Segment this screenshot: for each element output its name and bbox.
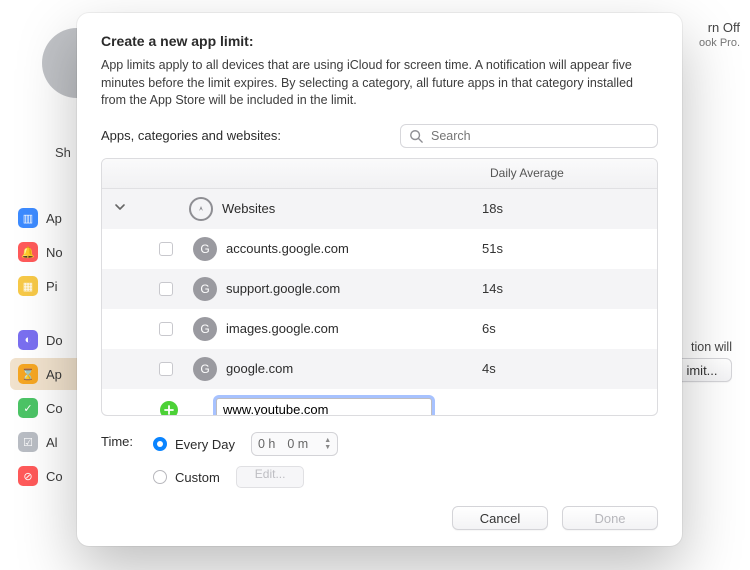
favicon-icon: G bbox=[190, 357, 220, 381]
app-list: Daily Average Websites 18s Gaccounts.goo… bbox=[101, 158, 658, 417]
website-name: images.google.com bbox=[220, 321, 482, 336]
category-row-websites[interactable]: Websites 18s bbox=[102, 189, 657, 229]
sidebar-item-label: Ap bbox=[46, 211, 62, 226]
search-input[interactable] bbox=[429, 128, 649, 144]
check-icon: ✓ bbox=[18, 398, 38, 418]
moon-icon: ◐ bbox=[18, 330, 38, 350]
edit-button: Edit... bbox=[236, 466, 305, 488]
custom-label: Custom bbox=[175, 470, 220, 485]
sidebar-item-label: No bbox=[46, 245, 63, 260]
website-name: support.google.com bbox=[220, 281, 482, 296]
website-row[interactable]: Gimages.google.com6s bbox=[102, 309, 657, 349]
add-icon[interactable] bbox=[160, 401, 178, 416]
favicon-icon: G bbox=[190, 317, 220, 341]
checkbox-icon bbox=[159, 362, 173, 376]
search-field[interactable] bbox=[400, 124, 658, 148]
website-name: google.com bbox=[220, 361, 482, 376]
every-day-label: Every Day bbox=[175, 437, 235, 452]
sidebar-item-label: Ap bbox=[46, 367, 62, 382]
compass-icon bbox=[186, 197, 216, 221]
photo-icon: ▦ bbox=[18, 276, 38, 296]
favicon-icon: G bbox=[190, 277, 220, 301]
sidebar-item-label: Co bbox=[46, 469, 63, 484]
add-website-row bbox=[102, 389, 657, 416]
website-daily-average: 51s bbox=[482, 241, 657, 256]
checkbox-icon bbox=[159, 322, 173, 336]
custom-radio[interactable]: Custom Edit... bbox=[153, 466, 338, 488]
create-app-limit-dialog: Create a new app limit: App limits apply… bbox=[77, 13, 682, 546]
website-name: accounts.google.com bbox=[220, 241, 482, 256]
website-url-input[interactable] bbox=[216, 398, 432, 416]
category-name: Websites bbox=[216, 201, 482, 216]
chevron-down-icon[interactable] bbox=[114, 201, 136, 216]
checkbox-icon: ☑ bbox=[18, 432, 38, 452]
radio-icon bbox=[153, 437, 167, 451]
sidebar-item-label: Al bbox=[46, 435, 58, 450]
list-header: Daily Average bbox=[102, 159, 657, 189]
time-label: Time: bbox=[101, 432, 143, 449]
website-row[interactable]: Gsupport.google.com14s bbox=[102, 269, 657, 309]
stepper-arrows-icon[interactable]: ▲▼ bbox=[324, 437, 331, 451]
dialog-description: App limits apply to all devices that are… bbox=[101, 57, 658, 110]
checkbox-icon bbox=[159, 282, 173, 296]
row-checkbox[interactable] bbox=[142, 322, 190, 336]
radio-icon bbox=[153, 470, 167, 484]
hours-value: 0 h bbox=[258, 437, 275, 451]
category-avg: 18s bbox=[482, 201, 657, 216]
list-label: Apps, categories and websites: bbox=[101, 128, 380, 143]
dialog-title: Create a new app limit: bbox=[101, 33, 658, 49]
favicon-icon: G bbox=[190, 237, 220, 261]
hourglass-icon: ⌛ bbox=[18, 364, 38, 384]
sidebar-item-label: Do bbox=[46, 333, 63, 348]
column-daily-average: Daily Average bbox=[482, 166, 657, 180]
sidebar-item-label: Co bbox=[46, 401, 63, 416]
row-checkbox[interactable] bbox=[142, 282, 190, 296]
website-row[interactable]: Gaccounts.google.com51s bbox=[102, 229, 657, 269]
every-day-radio[interactable]: Every Day 0 h 0 m ▲▼ bbox=[153, 432, 338, 456]
cancel-button[interactable]: Cancel bbox=[452, 506, 548, 530]
website-daily-average: 6s bbox=[482, 321, 657, 336]
website-daily-average: 14s bbox=[482, 281, 657, 296]
search-icon bbox=[409, 129, 423, 143]
done-button: Done bbox=[562, 506, 658, 530]
time-stepper[interactable]: 0 h 0 m ▲▼ bbox=[251, 432, 338, 456]
website-daily-average: 4s bbox=[482, 361, 657, 376]
minutes-value: 0 m bbox=[287, 437, 308, 451]
nosign-icon: ⊘ bbox=[18, 466, 38, 486]
chart-icon: ▥ bbox=[18, 208, 38, 228]
row-checkbox[interactable] bbox=[142, 242, 190, 256]
bell-icon: 🔔 bbox=[18, 242, 38, 262]
dialog-footer: Cancel Done bbox=[101, 506, 658, 530]
checkbox-icon bbox=[159, 242, 173, 256]
sidebar-item-label: Pi bbox=[46, 279, 58, 294]
list-body[interactable]: Websites 18s Gaccounts.google.com51sGsup… bbox=[102, 189, 657, 416]
bg-label: Sh bbox=[55, 145, 71, 160]
row-checkbox[interactable] bbox=[142, 362, 190, 376]
website-row[interactable]: Ggoogle.com4s bbox=[102, 349, 657, 389]
time-section: Time: Every Day 0 h 0 m ▲▼ Custom Edit..… bbox=[101, 432, 658, 488]
